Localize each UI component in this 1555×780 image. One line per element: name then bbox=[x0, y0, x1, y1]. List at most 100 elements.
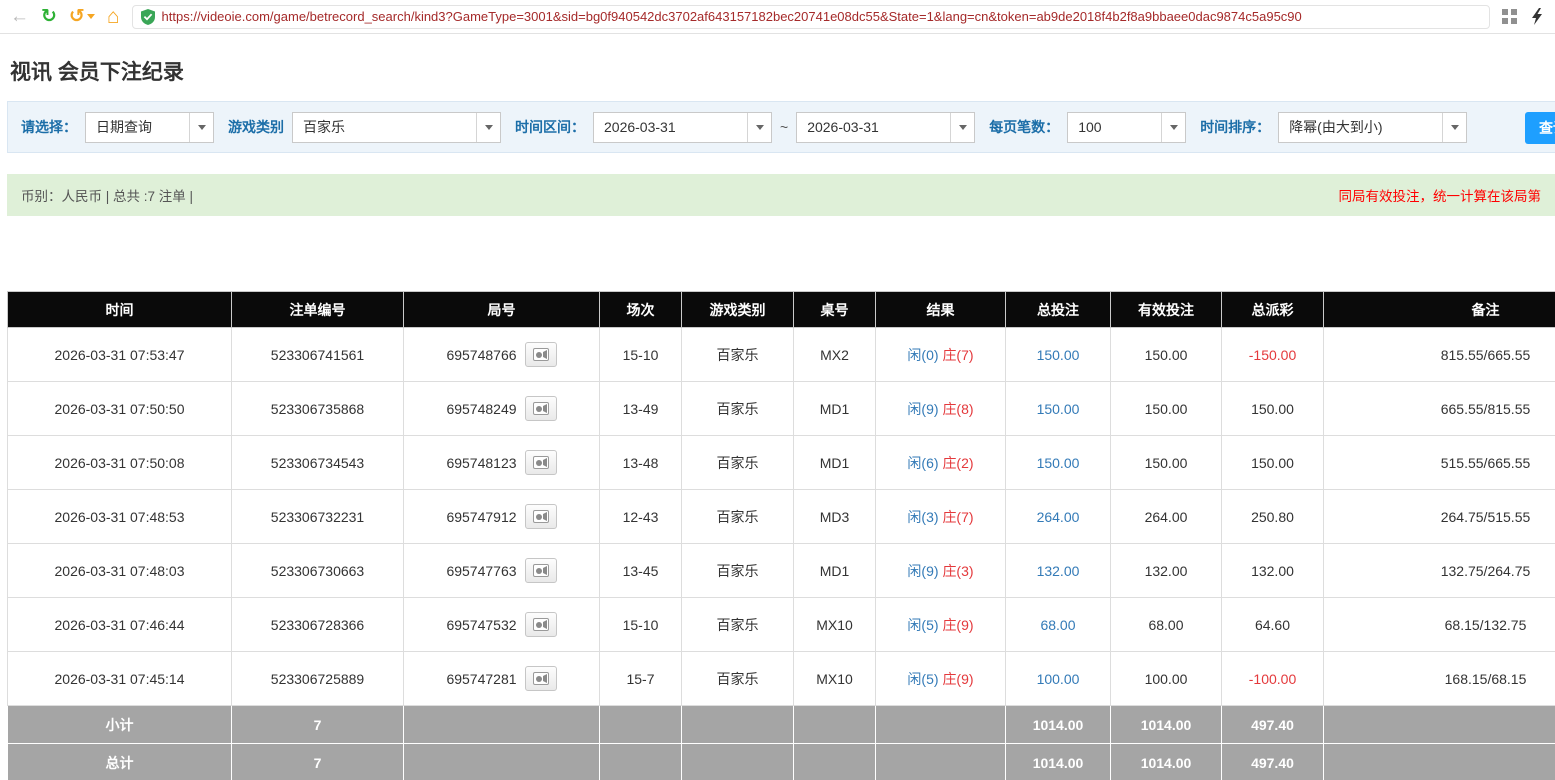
table-row: 2026-03-31 07:48:53 523306732231 6957479… bbox=[7, 489, 1555, 544]
cell-bet-no: 523306732231 bbox=[231, 489, 404, 544]
result-player: 闲(5) bbox=[907, 616, 939, 633]
game-video-button[interactable] bbox=[524, 504, 557, 529]
total-bet-link[interactable]: 264.00 bbox=[1037, 509, 1080, 525]
col-header-payout: 总派彩 bbox=[1221, 291, 1324, 328]
total-bet-link[interactable]: 100.00 bbox=[1037, 671, 1080, 687]
result-banker: 庄(9) bbox=[942, 670, 974, 687]
table-row: 2026-03-31 07:45:14 523306725889 6957472… bbox=[7, 651, 1555, 706]
cell-note: 132.75/264.75 bbox=[1323, 543, 1555, 598]
caret-down-icon bbox=[958, 124, 967, 130]
cell-game-type: 百家乐 bbox=[681, 543, 794, 598]
video-icon bbox=[532, 510, 549, 523]
video-icon bbox=[532, 456, 549, 469]
apps-grid-icon[interactable] bbox=[1502, 9, 1517, 24]
game-type-caret[interactable] bbox=[476, 112, 500, 142]
col-header-round-no: 局号 bbox=[403, 291, 600, 328]
undo-arrow-glyph: ↺ bbox=[68, 6, 85, 27]
refresh-icon[interactable]: ↻ bbox=[41, 7, 57, 26]
round-number: 695748123 bbox=[446, 454, 517, 471]
back-icon[interactable]: ← bbox=[10, 7, 29, 26]
total-bet-link[interactable]: 150.00 bbox=[1037, 401, 1080, 417]
date-to-caret[interactable] bbox=[950, 112, 974, 142]
total-bet-link[interactable]: 150.00 bbox=[1037, 347, 1080, 363]
result-player: 闲(5) bbox=[907, 670, 939, 687]
query-type-caret[interactable] bbox=[189, 112, 213, 142]
video-icon bbox=[532, 564, 549, 577]
cell-total-bet: 150.00 bbox=[1005, 327, 1111, 382]
security-shield-icon bbox=[140, 8, 155, 25]
page-size-select[interactable]: 100 bbox=[1067, 111, 1187, 143]
browser-chrome: ← ↻ ↺ ⌂ https://videoie.com/game/betreco… bbox=[0, 0, 1555, 34]
cell-session: 15-10 bbox=[599, 597, 682, 652]
cell-session: 13-48 bbox=[599, 435, 682, 490]
lightning-icon[interactable] bbox=[1531, 8, 1543, 25]
total-bet-link[interactable]: 68.00 bbox=[1040, 617, 1075, 633]
page-title: 视讯 会员下注纪录 bbox=[10, 61, 184, 84]
cell-session: 12-43 bbox=[599, 489, 682, 544]
date-from-caret[interactable] bbox=[747, 112, 771, 142]
cell-table-no: MD1 bbox=[793, 435, 876, 490]
total-bet-link[interactable]: 132.00 bbox=[1037, 563, 1080, 579]
cell-result: 闲(5) 庄(9) bbox=[875, 597, 1006, 652]
home-icon[interactable]: ⌂ bbox=[107, 6, 120, 27]
search-button[interactable]: 查询 bbox=[1525, 112, 1555, 144]
sort-order-label: 时间排序： bbox=[1200, 119, 1271, 135]
cell-payout: 250.80 bbox=[1221, 489, 1324, 544]
total-payout: 497.40 bbox=[1221, 743, 1324, 780]
game-type-label: 游戏类别 bbox=[228, 119, 284, 135]
url-text[interactable]: https://videoie.com/game/betrecord_searc… bbox=[162, 9, 1302, 24]
page-size-value: 100 bbox=[1078, 118, 1102, 135]
cell-table-no: MD1 bbox=[793, 381, 876, 436]
game-video-button[interactable] bbox=[524, 666, 557, 691]
undo-icon[interactable]: ↺ bbox=[69, 7, 95, 26]
cell-round-no: 695747763 bbox=[403, 543, 600, 598]
col-header-game-type: 游戏类别 bbox=[681, 291, 794, 328]
cell-valid-bet: 264.00 bbox=[1110, 489, 1222, 544]
date-from-select[interactable]: 2026-03-31 bbox=[593, 111, 772, 143]
sort-order-select[interactable]: 降幂(由大到小) bbox=[1278, 111, 1468, 143]
table-row: 2026-03-31 07:53:47 523306741561 6957487… bbox=[7, 327, 1555, 382]
round-number: 695747912 bbox=[446, 508, 517, 525]
col-header-session: 场次 bbox=[599, 291, 682, 328]
sort-order-caret[interactable] bbox=[1442, 112, 1466, 142]
game-video-button[interactable] bbox=[524, 396, 557, 421]
result-banker: 庄(7) bbox=[942, 508, 974, 525]
round-number: 695747532 bbox=[446, 616, 517, 633]
caret-down-icon bbox=[484, 124, 493, 130]
cell-time: 2026-03-31 07:48:53 bbox=[7, 489, 232, 544]
table-header: 时间 注单编号 局号 场次 游戏类别 桌号 结果 总投注 有效投注 总派彩 备注 bbox=[7, 291, 1555, 328]
cell-total-bet: 150.00 bbox=[1005, 381, 1111, 436]
cell-result: 闲(9) 庄(8) bbox=[875, 381, 1006, 436]
cell-bet-no: 523306734543 bbox=[231, 435, 404, 490]
cell-note: 168.15/68.15 bbox=[1323, 651, 1555, 706]
time-range-label: 时间区间： bbox=[515, 119, 585, 135]
page-size-caret[interactable] bbox=[1161, 112, 1185, 142]
col-header-table-no: 桌号 bbox=[793, 291, 876, 328]
date-range-tilde: ~ bbox=[780, 119, 789, 135]
game-video-button[interactable] bbox=[524, 558, 557, 583]
select-type-label: 请选择： bbox=[21, 119, 77, 135]
cell-table-no: MX10 bbox=[793, 651, 876, 706]
cell-valid-bet: 150.00 bbox=[1110, 435, 1222, 490]
address-bar[interactable]: https://videoie.com/game/betrecord_searc… bbox=[131, 4, 1490, 29]
table-row: 2026-03-31 07:50:08 523306734543 6957481… bbox=[7, 435, 1555, 490]
cell-result: 闲(5) 庄(9) bbox=[875, 651, 1006, 706]
game-video-button[interactable] bbox=[524, 450, 557, 475]
game-video-button[interactable] bbox=[524, 342, 557, 367]
cell-session: 13-49 bbox=[599, 381, 682, 436]
caret-down-icon bbox=[1450, 124, 1459, 130]
col-header-note: 备注 bbox=[1323, 291, 1555, 328]
table-footer: 小计 7 1014.00 1014.00 497.40 总计 7 1014.00… bbox=[7, 705, 1555, 780]
game-video-button[interactable] bbox=[524, 612, 557, 637]
grand-total-row: 总计 7 1014.00 1014.00 497.40 bbox=[7, 743, 1555, 780]
cell-note: 815.55/665.55 bbox=[1323, 327, 1555, 382]
undo-dropdown-caret-icon[interactable] bbox=[86, 14, 95, 19]
game-type-select[interactable]: 百家乐 bbox=[292, 111, 501, 143]
date-to-select[interactable]: 2026-03-31 bbox=[796, 111, 976, 143]
total-bet-link[interactable]: 150.00 bbox=[1037, 455, 1080, 471]
subtotal-payout: 497.40 bbox=[1221, 705, 1324, 744]
cell-table-no: MD1 bbox=[793, 543, 876, 598]
query-type-select[interactable]: 日期查询 bbox=[85, 111, 214, 143]
date-to-value: 2026-03-31 bbox=[807, 118, 879, 135]
round-number: 695747763 bbox=[446, 562, 517, 579]
